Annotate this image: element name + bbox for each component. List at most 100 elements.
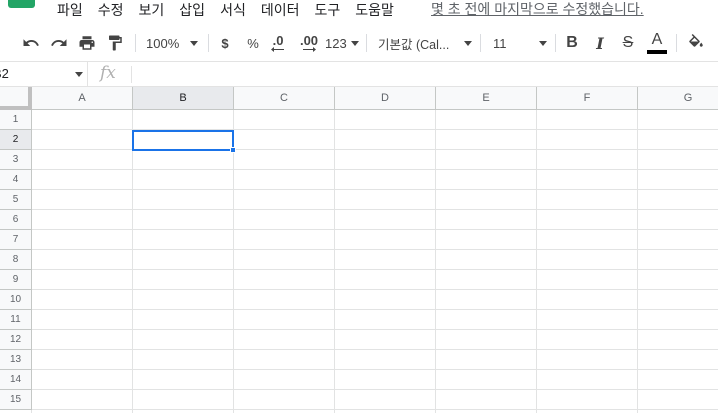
row-header-5[interactable]: 5 [0, 190, 32, 210]
row-header-2[interactable]: 2 [0, 130, 32, 150]
toolbar-separator [480, 34, 481, 52]
menu-format[interactable]: 서식 [220, 1, 246, 19]
row-header-12[interactable]: 12 [0, 330, 32, 350]
row-header-11[interactable]: 11 [0, 310, 32, 330]
column-header-e[interactable]: E [436, 87, 537, 110]
fill-handle[interactable] [230, 147, 236, 153]
strikethrough-button[interactable]: S [618, 30, 638, 56]
currency-format-button[interactable]: $ [215, 30, 235, 56]
fill-color-button[interactable] [684, 30, 708, 56]
toolbar-separator [676, 34, 677, 52]
grid-hline [32, 269, 718, 270]
row-header-6[interactable]: 6 [0, 210, 32, 230]
toolbar: 100% $ % .0 .00 123 기본값 (Cal... 11 B I S… [0, 24, 718, 62]
toolbar-separator [208, 34, 209, 52]
print-button[interactable] [74, 30, 100, 56]
sheet-grid[interactable]: A B C D E F G 1 2 3 4 5 6 7 8 9 10 11 12 13 14 15 [0, 87, 718, 413]
name-box[interactable]: B2 [0, 62, 88, 87]
sheets-logo-icon[interactable] [8, 0, 35, 8]
row-header-13[interactable]: 13 [0, 350, 32, 370]
increase-decimal-label: .00 [299, 32, 319, 48]
menu-insert[interactable]: 삽입 [179, 1, 205, 19]
paint-bucket-icon [689, 34, 703, 47]
paint-roller-icon [109, 35, 122, 51]
row-header-14[interactable]: 14 [0, 370, 32, 390]
column-header-a[interactable]: A [32, 87, 133, 110]
grid-vline [536, 110, 537, 413]
last-edit-link[interactable]: 몇 초 전에 마지막으로 수정했습니다. [431, 0, 644, 18]
column-header-b[interactable]: B [133, 87, 234, 110]
row-header-3[interactable]: 3 [0, 150, 32, 170]
chevron-down-icon [464, 40, 472, 46]
menu-data[interactable]: 데이터 [261, 1, 300, 19]
name-box-value: B2 [0, 66, 9, 81]
grid-hline [32, 329, 718, 330]
select-all-corner[interactable] [0, 87, 32, 110]
grid-hline [32, 309, 718, 310]
font-size-select[interactable]: 11 [493, 30, 547, 56]
grid-vline [132, 110, 133, 413]
font-size-value: 11 [493, 35, 507, 51]
row-header-9[interactable]: 9 [0, 270, 32, 290]
fx-icon: fx [100, 63, 116, 83]
print-icon [79, 36, 95, 50]
grid-hline [32, 229, 718, 230]
text-color-swatch [647, 50, 667, 54]
arrow-left-icon [271, 46, 284, 52]
toolbar-separator [555, 34, 556, 52]
column-header-d[interactable]: D [335, 87, 436, 110]
row-header-15[interactable]: 15 [0, 390, 32, 410]
grid-hline [32, 209, 718, 210]
decrease-decimal-label: .0 [272, 32, 284, 48]
chevron-down-icon [351, 40, 359, 46]
column-header-f[interactable]: F [537, 87, 638, 110]
chevron-down-icon [190, 40, 198, 46]
row-header-7[interactable]: 7 [0, 230, 32, 250]
toolbar-separator [135, 34, 136, 52]
more-formats-label: 123 [325, 35, 347, 51]
menu: 파일 수정 보기 삽입 서식 데이터 도구 도움말 [57, 0, 409, 20]
active-cell[interactable] [132, 130, 234, 151]
grid-hline [32, 289, 718, 290]
column-header-g[interactable]: G [638, 87, 718, 110]
grid-hline [32, 409, 718, 410]
font-family-select[interactable]: 기본값 (Cal... [378, 30, 472, 56]
formula-separator [131, 66, 132, 83]
row-header-10[interactable]: 10 [0, 290, 32, 310]
grid-hline [32, 189, 718, 190]
row-header-4[interactable]: 4 [0, 170, 32, 190]
row-header-8[interactable]: 8 [0, 250, 32, 270]
menu-file[interactable]: 파일 [57, 1, 83, 19]
decrease-decimal-button[interactable]: .0 [267, 30, 289, 56]
bold-button[interactable]: B [562, 30, 582, 56]
more-formats-select[interactable]: 123 [325, 30, 359, 56]
percent-format-button[interactable]: % [243, 30, 263, 56]
grid-vline [637, 110, 638, 413]
menu-bar: 파일 수정 보기 삽입 서식 데이터 도구 도움말 몇 초 전에 마지막으로 수… [0, 0, 718, 24]
grid-hline [32, 369, 718, 370]
chevron-down-icon [75, 72, 83, 77]
redo-button[interactable] [46, 30, 72, 56]
formula-bar: B2 fx [0, 62, 718, 87]
paint-format-button[interactable] [102, 30, 128, 56]
formula-input[interactable] [138, 64, 708, 84]
italic-button[interactable]: I [590, 30, 610, 56]
chevron-down-icon [539, 40, 547, 46]
undo-icon [23, 39, 39, 46]
menu-edit[interactable]: 수정 [98, 1, 124, 19]
grid-vline [233, 110, 234, 413]
grid-hline [32, 389, 718, 390]
toolbar-separator [366, 34, 367, 52]
zoom-select[interactable]: 100% [142, 30, 202, 56]
grid-hline [32, 349, 718, 350]
increase-decimal-button[interactable]: .00 [296, 30, 322, 56]
menu-help[interactable]: 도움말 [355, 1, 394, 19]
row-header-1[interactable]: 1 [0, 110, 32, 130]
grid-vline [334, 110, 335, 413]
menu-tools[interactable]: 도구 [314, 1, 340, 19]
column-header-c[interactable]: C [234, 87, 335, 110]
text-color-button[interactable]: A [646, 30, 668, 56]
menu-view[interactable]: 보기 [139, 1, 165, 19]
arrow-right-icon [303, 46, 316, 52]
undo-button[interactable] [18, 30, 44, 56]
